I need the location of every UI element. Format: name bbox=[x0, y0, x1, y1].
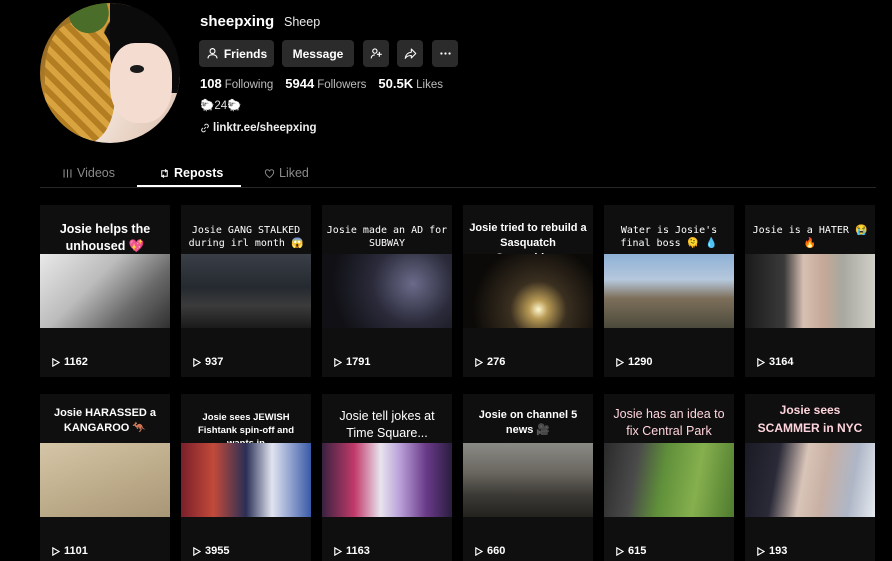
friends-label: Friends bbox=[223, 46, 268, 61]
more-options-button[interactable] bbox=[432, 40, 458, 67]
video-title: Josie tell jokes at Time Square... bbox=[339, 409, 435, 440]
add-user-icon bbox=[370, 48, 382, 59]
friends-button[interactable]: Friends bbox=[199, 40, 274, 67]
video-thumbnail bbox=[745, 443, 875, 517]
profile-avatar bbox=[40, 3, 180, 143]
play-icon bbox=[193, 546, 201, 556]
profile-link[interactable]: linktr.ee/sheepxing bbox=[200, 122, 317, 134]
ellipsis-icon bbox=[439, 52, 451, 55]
video-thumbnail bbox=[322, 443, 452, 517]
video-title: Josie has an idea to fix Central Park bbox=[613, 407, 725, 438]
tab-reposts[interactable]: Reposts bbox=[159, 166, 223, 180]
video-card[interactable]: Josie HARASSED a KANGAROO 🦘 1101 bbox=[40, 394, 170, 561]
message-button[interactable]: Message bbox=[282, 40, 354, 67]
video-card[interactable]: Josie sees JEWISH Fishtank spin-off and … bbox=[181, 394, 311, 561]
play-count: 1791 bbox=[333, 356, 370, 368]
profile-username: sheepxing bbox=[200, 13, 275, 30]
play-icon bbox=[475, 546, 483, 556]
video-thumbnail bbox=[463, 443, 593, 517]
profile-bio: 🐑24🐑 bbox=[200, 100, 242, 112]
video-card[interactable]: Josie tried to rebuild a Sasquatch Space… bbox=[463, 205, 593, 377]
video-card[interactable]: Josie GANG STALKED during irl month 😱 93… bbox=[181, 205, 311, 377]
play-icon bbox=[52, 546, 60, 556]
video-card[interactable]: Josie helps the unhoused 💖 1162 bbox=[40, 205, 170, 377]
video-title: Josie on channel 5 news 🎥 bbox=[478, 409, 578, 436]
heart-lock-icon bbox=[264, 168, 275, 178]
video-title: Josie is a HATER 😭 🔥 bbox=[752, 225, 868, 249]
link-icon bbox=[201, 123, 209, 133]
video-card[interactable]: Water is Josie's final boss 🫠 💧 1290 bbox=[604, 205, 734, 377]
video-card[interactable]: Josie sees SCAMMER in NYC 193 bbox=[745, 394, 875, 561]
video-thumbnail bbox=[181, 254, 311, 328]
play-icon bbox=[52, 357, 60, 367]
play-icon bbox=[616, 546, 624, 556]
video-thumbnail bbox=[463, 254, 593, 328]
video-thumbnail bbox=[181, 443, 311, 517]
play-count: 660 bbox=[474, 545, 505, 557]
play-count: 1162 bbox=[51, 356, 88, 368]
video-thumbnail bbox=[322, 254, 452, 328]
share-icon bbox=[404, 48, 416, 59]
add-friend-button[interactable] bbox=[363, 40, 389, 67]
play-icon bbox=[757, 357, 765, 367]
profile-tabs: Videos Reposts Liked bbox=[40, 160, 876, 188]
play-count: 3164 bbox=[756, 356, 793, 368]
play-count: 3955 bbox=[192, 545, 229, 557]
play-count: 1101 bbox=[51, 545, 88, 557]
play-count: 615 bbox=[615, 545, 646, 557]
tab-liked[interactable]: Liked bbox=[264, 166, 309, 180]
play-icon bbox=[757, 546, 765, 556]
video-title: Water is Josie's final boss 🫠 💧 bbox=[620, 225, 718, 249]
user-icon bbox=[207, 48, 218, 59]
active-tab-indicator bbox=[137, 185, 241, 187]
play-count: 193 bbox=[756, 545, 787, 557]
likes-stat: 50.5K Likes bbox=[378, 76, 443, 91]
play-icon bbox=[475, 357, 483, 367]
profile-link-text: linktr.ee/sheepxing bbox=[213, 122, 317, 134]
video-card[interactable]: Josie on channel 5 news 🎥 660 bbox=[463, 394, 593, 561]
tab-videos[interactable]: Videos bbox=[62, 166, 115, 180]
share-button[interactable] bbox=[397, 40, 423, 67]
play-count: 276 bbox=[474, 356, 505, 368]
video-card[interactable]: Josie has an idea to fix Central Park 61… bbox=[604, 394, 734, 561]
video-title: Josie GANG STALKED during irl month 😱 bbox=[188, 225, 304, 249]
play-count: 1163 bbox=[333, 545, 370, 557]
play-icon bbox=[193, 357, 201, 367]
video-thumbnail bbox=[40, 254, 170, 328]
video-title: Josie made an AD for SUBWAY bbox=[326, 225, 448, 249]
video-title: Josie sees SCAMMER in NYC bbox=[757, 403, 863, 435]
grid-icon bbox=[63, 168, 72, 178]
video-thumbnail bbox=[745, 254, 875, 328]
repost-icon bbox=[161, 168, 168, 178]
following-stat[interactable]: 108 Following bbox=[200, 76, 273, 91]
video-title: Josie helps the unhoused 💖 bbox=[59, 222, 151, 253]
play-icon bbox=[616, 357, 624, 367]
play-icon bbox=[334, 357, 342, 367]
video-title: Josie HARASSED a KANGAROO 🦘 bbox=[53, 407, 157, 434]
play-icon bbox=[334, 546, 342, 556]
play-count: 937 bbox=[192, 356, 223, 368]
play-count: 1290 bbox=[615, 356, 652, 368]
profile-nickname: Sheep bbox=[284, 15, 321, 29]
profile-stats: 108 Following 5944 Followers 50.5K Likes bbox=[200, 76, 443, 91]
followers-stat[interactable]: 5944 Followers bbox=[285, 76, 366, 91]
video-thumbnail bbox=[40, 443, 170, 517]
video-card[interactable]: Josie is a HATER 😭 🔥 3164 bbox=[745, 205, 875, 377]
message-label: Message bbox=[292, 46, 344, 61]
video-card[interactable]: Josie tell jokes at Time Square... 1163 bbox=[322, 394, 452, 561]
video-thumbnail bbox=[604, 254, 734, 328]
video-card[interactable]: Josie made an AD for SUBWAY 1791 bbox=[322, 205, 452, 377]
video-thumbnail bbox=[604, 443, 734, 517]
